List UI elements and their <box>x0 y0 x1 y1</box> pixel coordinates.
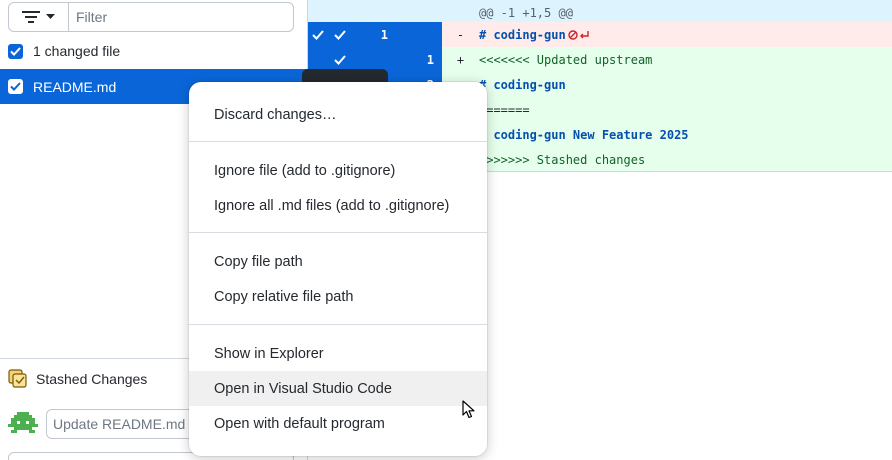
menu-item-open-in-vscode[interactable]: Open in Visual Studio Code <box>189 371 487 406</box>
checkmark-icon <box>312 29 324 40</box>
diff-marker: - <box>456 27 465 42</box>
code-text: >>>>>>> Stashed changes <box>479 152 646 167</box>
hunk-header-text: @@ -1 +1,5 @@ <box>479 5 573 20</box>
new-line-number[interactable] <box>396 22 442 47</box>
chevron-down-icon <box>46 14 55 19</box>
diff-line-added[interactable]: 1 + <<<<<<< Updated upstream <box>308 47 892 72</box>
changed-files-count: 1 changed file <box>33 43 121 59</box>
filter-input[interactable] <box>69 3 293 31</box>
code-content: - # coding-gun <box>442 22 892 47</box>
diff-line-deleted[interactable]: 1 - # coding-gun <box>308 22 892 47</box>
code-text: <<<<<<< Updated upstream <box>479 52 653 67</box>
file-name: README.md <box>33 78 117 95</box>
checkbox-checked-icon <box>10 46 21 56</box>
menu-separator <box>189 324 487 325</box>
menu-separator <box>189 141 487 142</box>
mouse-pointer-icon <box>462 400 475 419</box>
filter-options-button[interactable] <box>9 3 69 31</box>
new-line-number[interactable]: 1 <box>396 47 442 72</box>
menu-item-show-in-explorer[interactable]: Show in Explorer <box>189 336 487 371</box>
no-newline-icon <box>568 29 589 40</box>
diff-divider <box>442 171 892 172</box>
code-text: # coding-gun New Feature 2025 <box>479 127 689 142</box>
stashed-changes-label: Stashed Changes <box>36 370 148 387</box>
checkmark-icon <box>334 54 346 65</box>
file-checkbox[interactable] <box>8 79 23 94</box>
menu-item-open-default-program[interactable]: Open with default program <box>189 406 487 441</box>
menu-item-ignore-extension[interactable]: Ignore all .md files (add to .gitignore) <box>189 188 487 223</box>
code-text: # coding-gun <box>479 77 566 92</box>
diff-marker: + <box>456 52 465 67</box>
menu-separator <box>189 232 487 233</box>
menu-item-copy-file-path[interactable]: Copy file path <box>189 244 487 279</box>
line-number: 1 <box>380 27 388 42</box>
sort-filter-icon <box>22 11 40 23</box>
old-line-number[interactable]: 1 <box>308 22 396 47</box>
filter-bar <box>8 2 294 32</box>
line-number: 1 <box>426 52 434 67</box>
code-text: # coding-gun <box>479 27 566 42</box>
menu-item-copy-relative-path[interactable]: Copy relative file path <box>189 279 487 314</box>
select-all-checkbox[interactable] <box>8 43 23 59</box>
file-context-menu: Discard changes… Ignore file (add to .gi… <box>189 82 487 456</box>
code-content: + # coding-gun New Feature 2025 <box>442 122 892 147</box>
code-content: + <<<<<<< Updated upstream <box>442 47 892 72</box>
code-content: + >>>>>>> Stashed changes <box>442 147 892 172</box>
stash-icon <box>8 368 27 388</box>
code-content: + # coding-gun <box>442 72 892 97</box>
menu-item-discard-changes[interactable]: Discard changes… <box>189 97 487 132</box>
menu-item-ignore-file[interactable]: Ignore file (add to .gitignore) <box>189 153 487 188</box>
checkbox-checked-icon <box>10 82 21 91</box>
avatar-icon <box>8 412 38 433</box>
code-content: + ======= <box>442 97 892 122</box>
select-all-row: 1 changed file <box>8 40 120 62</box>
checkmark-icon <box>334 29 346 40</box>
